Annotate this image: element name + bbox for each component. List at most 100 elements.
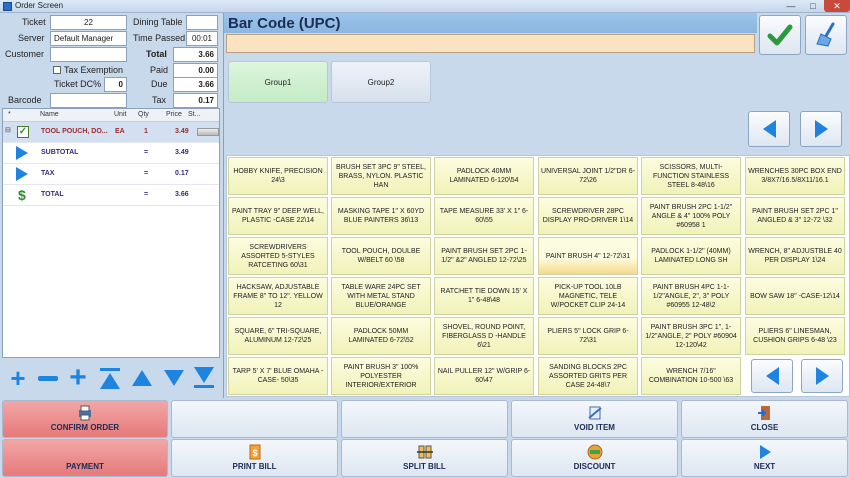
barcode-field[interactable] bbox=[50, 93, 127, 108]
order-row-item[interactable]: ⊟ ✓ TOOL POUCH, DO... EA 1 3.49 bbox=[3, 122, 219, 143]
item-button[interactable]: RATCHET TIE DOWN 15' X 1" 6-48\48 bbox=[434, 277, 534, 315]
dining-table-label: Dining Table bbox=[133, 17, 183, 27]
item-button[interactable]: SHOVEL, ROUND POINT, FIBERGLASS D -HANDL… bbox=[434, 317, 534, 355]
item-button[interactable]: PAINT BRUSH 3PC 1", 1-1/2"ANGLE, 2" POLY… bbox=[641, 317, 741, 355]
empty-action-button[interactable] bbox=[171, 400, 338, 438]
item-button[interactable]: MASKING TAPE 1" X 60YD BLUE PAINTERS 36\… bbox=[331, 197, 431, 235]
item-button[interactable]: PADLOCK 50MM LAMINATED 6-72\52 bbox=[331, 317, 431, 355]
item-button[interactable]: TABLE WARE 24PC SET WITH METAL STAND BLU… bbox=[331, 277, 431, 315]
total-equals: = bbox=[144, 191, 149, 198]
item-button[interactable]: BRUSH SET 3PC 9" STEEL, BRASS, NYLON. PL… bbox=[331, 157, 431, 195]
column-qty: Qty bbox=[138, 111, 149, 118]
item-button[interactable]: SQUARE, 6" TRI-SQUARE, ALUMINUM 12-72\25 bbox=[228, 317, 328, 355]
payment-button[interactable]: PAYMENT bbox=[2, 439, 168, 477]
subtotal-equals: = bbox=[144, 149, 149, 156]
next-label: NEXT bbox=[753, 462, 776, 471]
tax-exemption-label: Tax Exemption bbox=[64, 65, 124, 75]
order-item-unit: EA bbox=[115, 128, 125, 135]
item-button[interactable]: PLIERS 5" LOCK GRIP 6-72\31 bbox=[538, 317, 638, 355]
barcode-label: Barcode bbox=[8, 95, 42, 105]
print-bill-button[interactable]: $ PRINT BILL bbox=[171, 439, 338, 477]
dollar-icon: $ bbox=[18, 187, 26, 203]
total-value: 3.66 bbox=[175, 191, 189, 198]
item-button[interactable]: PAINT BRUSH 4" 12-72\31 bbox=[538, 237, 638, 275]
empty-action-button[interactable] bbox=[341, 400, 508, 438]
item-button[interactable]: PAINT BRUSH 3" 100% POLYESTER INTERIOR/E… bbox=[331, 357, 431, 395]
item-button[interactable]: PAINT BRUSH 4PC 1-1-1/2"ANGLE, 2", 3" PO… bbox=[641, 277, 741, 315]
dining-table-field[interactable] bbox=[186, 15, 218, 30]
due-label: Due bbox=[151, 79, 168, 89]
arrow-down-icon[interactable] bbox=[162, 366, 186, 390]
item-button[interactable]: UNIVERSAL JOINT 1/2"DR 6-72\26 bbox=[538, 157, 638, 195]
group-prev-button[interactable] bbox=[748, 111, 790, 147]
item-button[interactable]: TOOL POUCH, DOULBE W/BELT 60 \58 bbox=[331, 237, 431, 275]
arrow-bottom-icon[interactable] bbox=[192, 366, 216, 390]
printer-icon bbox=[79, 405, 91, 421]
barcode-input[interactable] bbox=[226, 34, 755, 53]
arrow-up-icon[interactable] bbox=[130, 366, 154, 390]
bill-icon: $ bbox=[249, 444, 260, 460]
plus-bold-icon[interactable]: + bbox=[66, 363, 90, 393]
tax-field: 0.17 bbox=[173, 93, 218, 108]
maximize-button[interactable]: □ bbox=[802, 0, 824, 12]
tax-exemption-checkbox[interactable] bbox=[53, 66, 61, 74]
order-row-tax: TAX = 0.17 bbox=[3, 164, 219, 185]
group-next-button[interactable] bbox=[800, 111, 842, 147]
close-window-button[interactable]: ✕ bbox=[824, 0, 850, 12]
items-prev-button[interactable] bbox=[751, 359, 793, 393]
arrow-top-icon[interactable] bbox=[98, 366, 122, 390]
server-field[interactable]: Default Manager bbox=[50, 31, 127, 46]
item-button[interactable]: SANDING BLOCKS 2PC ASSORTED GRITS PER CA… bbox=[538, 357, 638, 395]
item-button[interactable]: SCISSORS, MULTI-FUNCTION STAINLESS STEEL… bbox=[641, 157, 741, 195]
item-button[interactable]: BOW SAW 18" -CASE-12\14 bbox=[745, 277, 845, 315]
item-button[interactable]: PADLOCK 40MM LAMINATED 6-120\54 bbox=[434, 157, 534, 195]
close-button[interactable]: CLOSE bbox=[681, 400, 848, 438]
confirm-check-button[interactable] bbox=[759, 15, 801, 55]
item-button[interactable]: PAINT BRUSH SET 2PC 1-1/2" &2" ANGLED 12… bbox=[434, 237, 534, 275]
void-item-button[interactable]: VOID ITEM bbox=[511, 400, 678, 438]
item-button[interactable]: PADLOCK 1-1/2" (40MM) LAMINATED LONG SH bbox=[641, 237, 741, 275]
minus-icon[interactable] bbox=[36, 366, 60, 390]
print-bill-label: PRINT BILL bbox=[232, 462, 277, 471]
item-button[interactable]: WRENCH, 8" ADJUSTBLE 40 PER DISPLAY 1\24 bbox=[745, 237, 845, 275]
item-button[interactable]: PICK-UP TOOL 10LB MAGNETIC, TELE W/POCKE… bbox=[538, 277, 638, 315]
confirm-order-button[interactable]: CONFIRM ORDER bbox=[2, 400, 168, 438]
items-next-button[interactable] bbox=[801, 359, 843, 393]
group-button-2[interactable]: Group2 bbox=[331, 61, 431, 103]
main-panel: Bar Code (UPC) Group1 Group2 HOBBY KNIFE… bbox=[223, 13, 850, 398]
item-button[interactable]: WRENCH 7/16" COMBINATION 10-500 \63 bbox=[641, 357, 741, 395]
group-button-1[interactable]: Group1 bbox=[228, 61, 328, 103]
item-button[interactable]: PLIERS 6" LINESMAN, CUSHION GRIPS 6-48 \… bbox=[745, 317, 845, 355]
time-passed-label: Time Passed bbox=[133, 33, 186, 43]
item-button[interactable]: TARP 5' X 7' BLUE OMAHA -CASE- 50\35 bbox=[228, 357, 328, 395]
minimize-button[interactable]: — bbox=[780, 0, 802, 12]
item-button[interactable]: PAINT TRAY 9" DEEP WELL, PLASTIC -CASE 2… bbox=[228, 197, 328, 235]
item-button[interactable]: HOBBY KNIFE, PRECISION 24\3 bbox=[228, 157, 328, 195]
expand-icon[interactable]: ⊟ bbox=[5, 126, 11, 134]
time-passed-field: 00:01 bbox=[186, 31, 218, 46]
play-icon bbox=[16, 146, 28, 160]
item-button[interactable]: PAINT BRUSH SET 2PC 1" ANGLED & 3" 12-72… bbox=[745, 197, 845, 235]
item-button[interactable]: SCREWDRIVERS ASSORTED 5-STYLES RATCETING… bbox=[228, 237, 328, 275]
action-bar: CONFIRM ORDER VOID ITEM CLOSE PAYMENT $ … bbox=[0, 398, 850, 478]
customer-field[interactable] bbox=[50, 47, 127, 62]
ticket-label: Ticket bbox=[22, 17, 46, 27]
due-field: 3.66 bbox=[173, 77, 218, 92]
total-label: Total bbox=[146, 49, 167, 59]
ticket-dc-field[interactable]: 0 bbox=[104, 77, 127, 92]
item-button[interactable]: HACKSAW, ADJUSTABLE FRAME 8" TO 12". YEL… bbox=[228, 277, 328, 315]
split-bill-button[interactable]: SPLIT BILL bbox=[341, 439, 508, 477]
item-button[interactable]: WRENCHES 30PC BOX END 3/8X7/16.5/8X11/16… bbox=[745, 157, 845, 195]
item-button[interactable]: PAINT BRUSH 2PC 1-1/2" ANGLE & 4" 100% P… bbox=[641, 197, 741, 235]
check-icon: ✓ bbox=[17, 126, 29, 138]
svg-text:$: $ bbox=[252, 448, 257, 458]
discount-button[interactable]: DISCOUNT bbox=[511, 439, 678, 477]
next-button[interactable]: NEXT bbox=[681, 439, 848, 477]
plus-icon[interactable]: + bbox=[6, 365, 30, 391]
item-button[interactable]: TAPE MEASURE 33' X 1" 6-60\55 bbox=[434, 197, 534, 235]
item-button[interactable]: SCREWDRIVER 28PC DISPLAY PRO-DRIVER 1\14 bbox=[538, 197, 638, 235]
ticket-field[interactable]: 22 bbox=[50, 15, 127, 30]
item-button[interactable]: NAIL PULLER 12" W/GRIP 6-60\47 bbox=[434, 357, 534, 395]
clear-button[interactable] bbox=[805, 15, 847, 55]
order-row-total: $ TOTAL = 3.66 bbox=[3, 185, 219, 206]
